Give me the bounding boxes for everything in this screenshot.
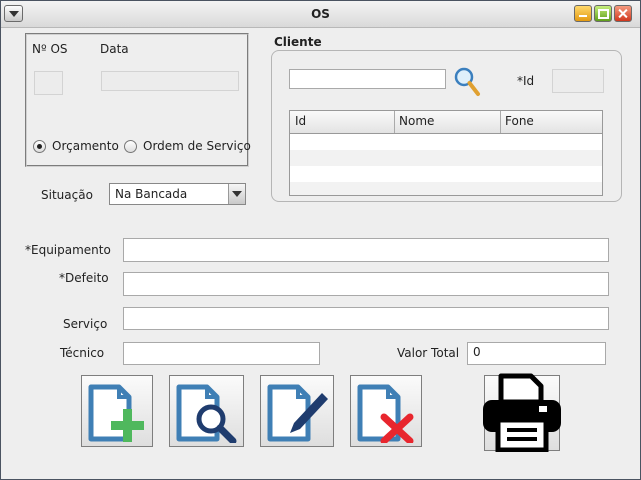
table-header: Id Nome Fone xyxy=(290,111,602,134)
close-icon[interactable] xyxy=(614,5,632,22)
table-row xyxy=(290,134,602,150)
minimize-icon[interactable] xyxy=(574,5,592,22)
table-row xyxy=(290,166,602,182)
tecnico-field[interactable] xyxy=(123,342,320,365)
table-row xyxy=(290,150,602,166)
cliente-title: Cliente xyxy=(274,35,322,49)
orcamento-radio-label[interactable]: Orçamento xyxy=(52,139,119,153)
os-window: OS Nº OS Data Orçamento Ordem de Serviço… xyxy=(0,0,641,480)
valor-total-field[interactable]: 0 xyxy=(467,342,606,365)
servico-field[interactable] xyxy=(123,307,609,330)
title-bar: OS xyxy=(1,1,640,28)
equipamento-label: *Equipamento xyxy=(25,243,111,257)
column-header-id[interactable]: Id xyxy=(295,114,306,128)
ordem-servico-radio[interactable] xyxy=(124,140,137,153)
situacao-label: Situação xyxy=(41,188,93,202)
search-os-button[interactable] xyxy=(169,375,244,447)
orcamento-radio[interactable] xyxy=(33,140,46,153)
window-title: OS xyxy=(311,7,330,21)
delete-os-button[interactable] xyxy=(350,375,422,447)
defeito-field[interactable] xyxy=(123,272,609,296)
column-divider[interactable] xyxy=(394,111,395,133)
maximize-icon[interactable] xyxy=(594,5,612,22)
cliente-id-label: *Id xyxy=(517,74,535,88)
search-document-icon xyxy=(176,384,237,443)
valor-total-label: Valor Total xyxy=(397,346,460,360)
num-os-field[interactable] xyxy=(34,71,63,95)
defeito-label: *Defeito xyxy=(59,271,109,285)
add-os-button[interactable] xyxy=(81,375,153,447)
equipamento-field[interactable] xyxy=(123,238,609,262)
data-field[interactable] xyxy=(101,71,239,91)
add-document-icon xyxy=(88,384,144,442)
printer-icon xyxy=(483,373,561,452)
column-divider[interactable] xyxy=(500,111,501,133)
edit-document-icon xyxy=(267,384,328,442)
edit-os-button[interactable] xyxy=(260,375,334,447)
column-header-fone[interactable]: Fone xyxy=(505,114,534,128)
table-row xyxy=(290,182,602,195)
data-label: Data xyxy=(100,42,129,56)
servico-label: Serviço xyxy=(63,317,108,331)
column-header-nome[interactable]: Nome xyxy=(399,114,434,128)
search-icon[interactable] xyxy=(453,66,481,98)
print-os-button[interactable] xyxy=(483,373,561,452)
delete-document-icon xyxy=(357,384,414,443)
ordem-servico-radio-label[interactable]: Ordem de Serviço xyxy=(143,139,251,153)
situacao-selected: Na Bancada xyxy=(115,187,188,201)
cliente-id-field[interactable] xyxy=(552,69,604,93)
situacao-combo[interactable]: Na Bancada xyxy=(109,183,246,205)
num-os-label: Nº OS xyxy=(32,42,68,56)
chevron-down-icon[interactable] xyxy=(228,184,245,204)
tecnico-label: Técnico xyxy=(60,346,105,360)
clientes-table[interactable]: Id Nome Fone xyxy=(289,110,603,196)
cliente-search-input[interactable] xyxy=(289,69,446,89)
